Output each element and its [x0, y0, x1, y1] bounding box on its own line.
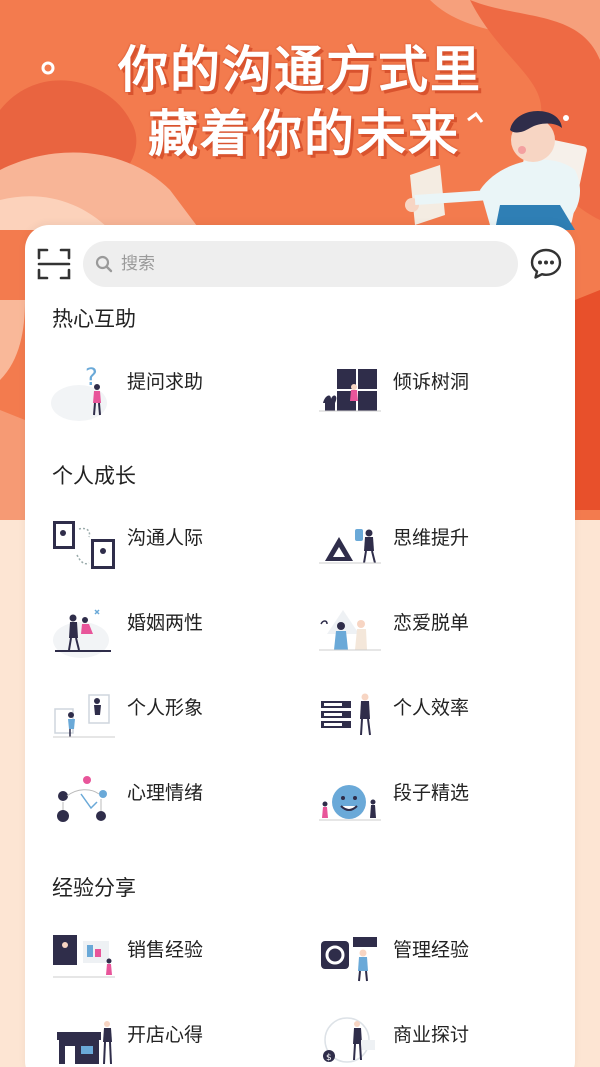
- triangle-thinking-illustration: [319, 529, 381, 564]
- category-shop[interactable]: 开店心得: [51, 1016, 301, 1067]
- category-sales[interactable]: 销售经验: [51, 931, 301, 1003]
- smiley-face-illustration: [319, 785, 381, 821]
- category-label: 个人形象: [127, 697, 204, 719]
- category-label: 管理经验: [393, 939, 470, 961]
- category-communication[interactable]: 沟通人际: [51, 519, 301, 591]
- emotions-network-illustration: [57, 776, 107, 822]
- category-thinking[interactable]: 思维提升: [317, 519, 567, 591]
- category-label: 婚姻两性: [127, 612, 204, 634]
- couple-dancing-illustration: [53, 609, 111, 658]
- shop-owner-illustration: [57, 1021, 112, 1065]
- category-dating[interactable]: 恋爱脱单: [317, 604, 567, 676]
- category-label: 个人效率: [393, 697, 470, 719]
- category-vent-treehole[interactable]: 倾诉树洞: [317, 363, 567, 435]
- scan-icon[interactable]: [37, 247, 71, 281]
- category-emotions[interactable]: 心理情绪: [51, 774, 301, 846]
- screens-chat-illustration: [53, 521, 115, 569]
- svg-text:$: $: [326, 1053, 332, 1063]
- category-business[interactable]: $ 商业探讨: [317, 1016, 567, 1067]
- category-personal-image[interactable]: 个人形象: [51, 689, 301, 761]
- section-title-growth: 个人成长: [52, 464, 136, 488]
- search-input[interactable]: [121, 249, 501, 279]
- category-label: 开店心得: [127, 1024, 204, 1046]
- banner-line-2: 藏着你的未来: [148, 105, 460, 163]
- couple-standing-illustration: [319, 610, 381, 651]
- category-ask-for-help[interactable]: ? 提问求助: [51, 363, 301, 435]
- banner-headline: 你的沟通方式里 藏着你的未来: [0, 38, 600, 166]
- category-label: 恋爱脱单: [393, 612, 470, 634]
- top-bar: [25, 225, 575, 295]
- category-label: 提问求助: [127, 371, 204, 393]
- window-plant-illustration: [319, 369, 381, 412]
- category-management[interactable]: 管理经验: [317, 931, 567, 1003]
- search-bar[interactable]: [83, 241, 518, 287]
- task-list-illustration: [321, 693, 371, 736]
- business-money-illustration: $: [323, 1017, 375, 1063]
- content-card: 热心互助 ? 提问求助 倾诉树洞 个人成长: [25, 225, 575, 1067]
- search-icon: [95, 255, 113, 273]
- section-title-help: 热心互助: [52, 307, 136, 331]
- category-label: 沟通人际: [127, 527, 204, 549]
- section-title-experience: 经验分享: [52, 876, 136, 900]
- banner-line-1: 你的沟通方式里: [118, 41, 482, 99]
- category-label: 段子精选: [393, 782, 470, 804]
- category-jokes[interactable]: 段子精选: [317, 774, 567, 846]
- category-marriage[interactable]: 婚姻两性: [51, 604, 301, 676]
- sales-board-illustration: [53, 935, 115, 978]
- category-label: 商业探讨: [393, 1024, 470, 1046]
- category-efficiency[interactable]: 个人效率: [317, 689, 567, 761]
- category-label: 倾诉树洞: [393, 371, 470, 393]
- message-icon[interactable]: [529, 247, 563, 281]
- frames-figure-illustration: [53, 694, 115, 738]
- manager-camera-illustration: [321, 937, 377, 982]
- category-label: 销售经验: [127, 939, 204, 961]
- question-figure-illustration: ?: [51, 363, 107, 421]
- category-label: 思维提升: [393, 527, 470, 549]
- category-label: 心理情绪: [127, 782, 204, 804]
